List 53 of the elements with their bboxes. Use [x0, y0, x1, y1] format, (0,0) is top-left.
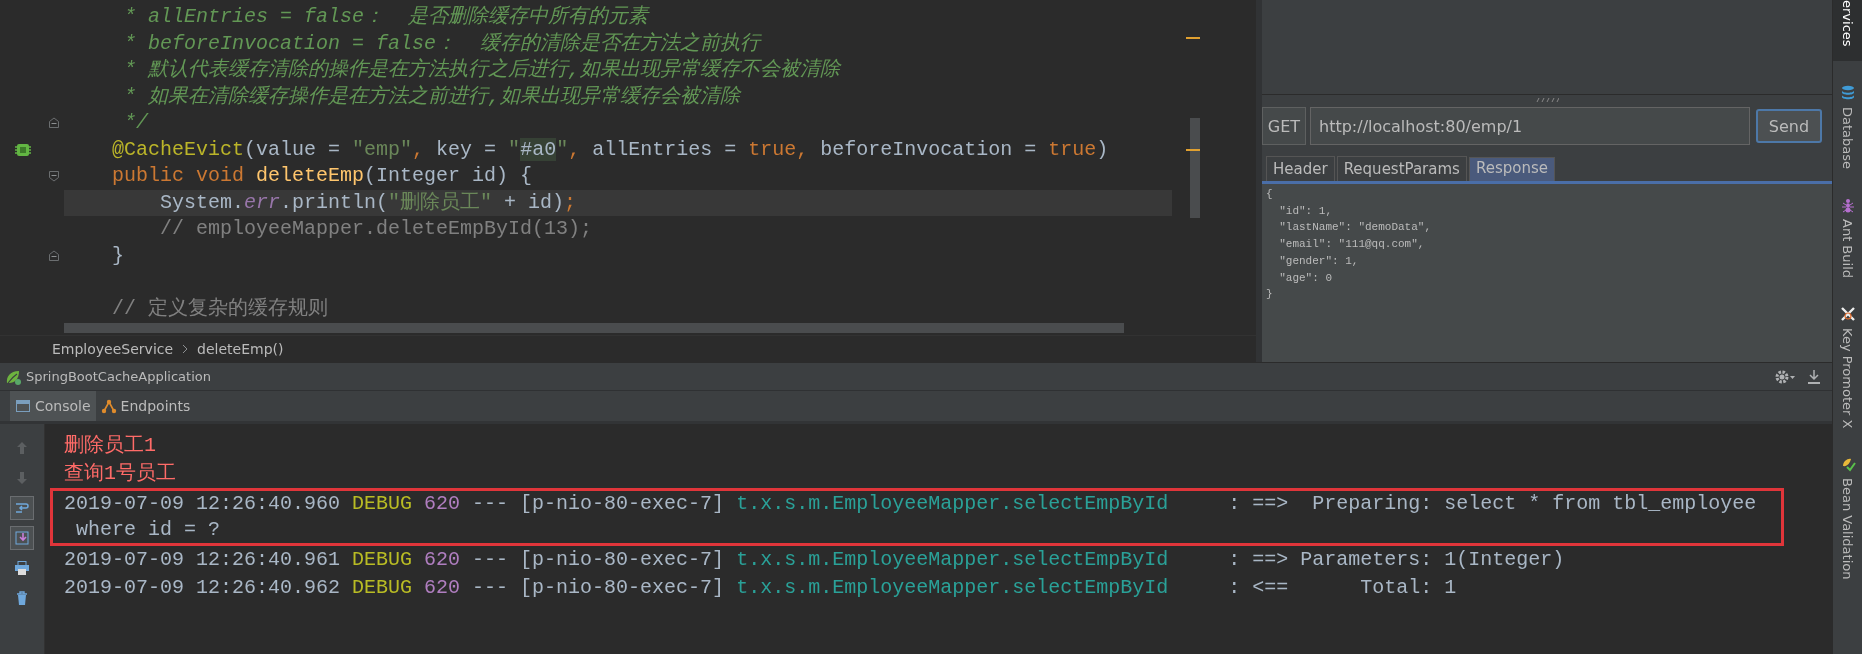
response-body: { "id": 1, "lastName": "demoData", "email": "111@qq.com", "gender": 1, "age": 0 } [1262, 184, 1832, 362]
hide-panel-icon[interactable] [1806, 368, 1822, 385]
trash-icon [14, 590, 30, 606]
breadcrumb[interactable]: deleteEmp() [197, 341, 284, 358]
code-line: } [111, 242, 125, 269]
tab[interactable]: Endpoints [95, 391, 196, 421]
tool-window-tab[interactable]: Database [1833, 80, 1862, 173]
tab[interactable]: RequestParams [1336, 156, 1467, 181]
console-line: where id = ? [75, 517, 222, 543]
console-line: 删除员工1 [64, 433, 157, 459]
console-line: 2019-07-09 12:26:40.962 DEBUG 620 --- [p-nio-80-exec-7] t.x.s.m.EmployeeMapper.selectEmpById : <== Total: 1 [64, 575, 1458, 601]
code-line: // 定义复杂的缓存规则 [111, 295, 329, 322]
scroll-to-end-icon [14, 530, 30, 546]
tool-window-tab[interactable]: Bean Validation [1833, 452, 1862, 584]
breadcrumb[interactable]: EmployeeService [52, 341, 174, 358]
fold-icon[interactable] [48, 170, 60, 183]
tool-window-tab[interactable]: ervices [1833, 0, 1862, 61]
send-button[interactable]: Send [1756, 109, 1822, 143]
code-line: public void deleteEmp(Integer id) { [111, 163, 534, 189]
code-line: * 默认代表缓存清除的操作是在方法执行之后进行,如果出现异常缓存不会被清除 [123, 57, 843, 83]
tool-window-tab[interactable]: Key Promoter X [1833, 301, 1862, 433]
scroll-to-end-button[interactable] [10, 526, 34, 550]
code-line: */ [123, 110, 150, 136]
code-line: * beforeInvocation = false： 缓存的清除是否在方法之前执行 [123, 30, 763, 57]
console-line: 2019-07-09 12:26:40.961 DEBUG 620 --- [p-nio-80-exec-7] t.x.s.m.EmployeeMapper.selectEmpById : ==> Parameters: 1(Integer) [64, 547, 1566, 573]
tab[interactable]: Header [1266, 156, 1335, 181]
splitter-handle-icon[interactable] [1535, 97, 1559, 103]
fold-icon[interactable] [48, 117, 60, 130]
database-icon [1839, 84, 1856, 101]
vertical-scrollbar[interactable] [1190, 118, 1200, 218]
soft-wrap-icon [14, 500, 30, 516]
tool-window-tab[interactable]: Ant Build [1833, 192, 1862, 282]
console-line: 2019-07-09 12:26:40.960 DEBUG 620 --- [p-nio-80-exec-7] t.x.s.m.EmployeeMapper.selectEmpById : ==> Preparing: select * from tbl_employee [64, 491, 1758, 517]
console-icon [15, 398, 31, 414]
cross-icon [1839, 305, 1856, 322]
horizontal-scrollbar[interactable] [64, 323, 1124, 334]
code-line: @CacheEvict(value = "emp", key = "#a0", allEntries = true, beforeInvocation = true) [111, 136, 1110, 163]
code-line: * 如果在清除缓存操作是在方法之前进行,如果出现异常缓存会被清除 [123, 83, 743, 110]
code-line: * allEntries = false： 是否删除缓存中所有的元素 [123, 4, 651, 30]
printer-icon [14, 560, 30, 576]
code-line: // employeeMapper.deleteEmpById(13); [159, 216, 594, 242]
nodes-icon [100, 398, 117, 414]
settings-icon[interactable] [1774, 368, 1796, 385]
soft-wrap-button[interactable] [10, 496, 34, 520]
run-config-title: SpringBootCacheApplication [26, 369, 211, 384]
chevron-icon [181, 344, 190, 355]
method-field[interactable]: GET [1262, 107, 1306, 145]
console-line: 查询1号员工 [64, 461, 177, 487]
url-field[interactable]: http://localhost:80/emp/1 [1310, 107, 1750, 145]
tab[interactable]: Console [10, 391, 96, 421]
fold-icon[interactable] [48, 249, 60, 262]
tab[interactable]: Response [1468, 157, 1555, 181]
ant-icon [1839, 196, 1856, 213]
